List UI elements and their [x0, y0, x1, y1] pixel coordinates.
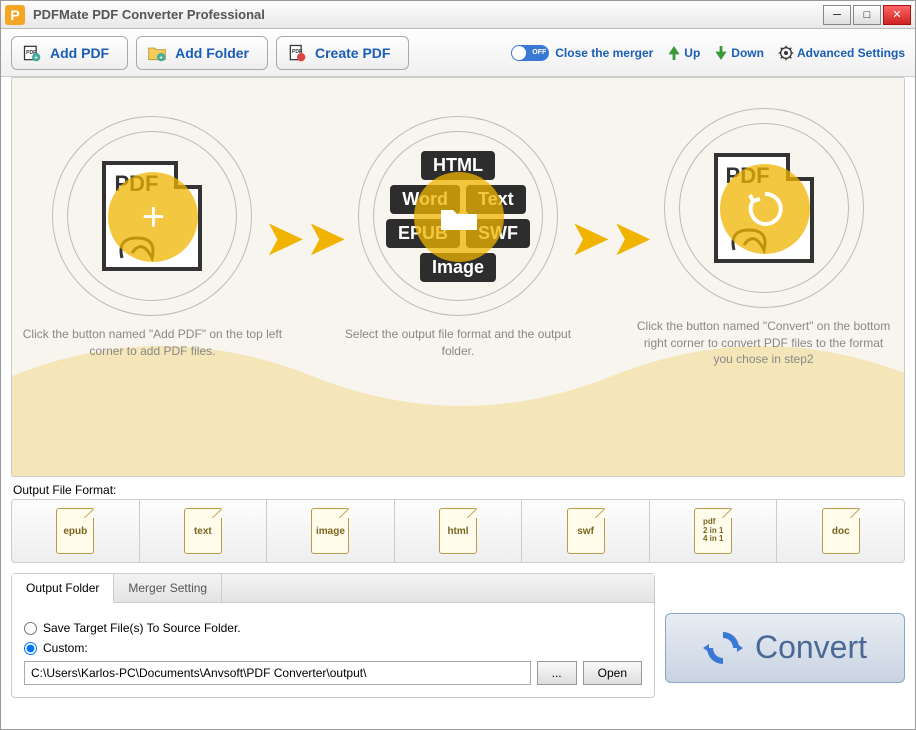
up-arrow-icon — [667, 46, 681, 60]
merger-toggle[interactable]: OFF — [511, 45, 549, 61]
radio-custom-folder[interactable] — [24, 642, 37, 655]
title-bar: P PDFMate PDF Converter Professional ─ □… — [1, 1, 915, 29]
add-folder-label: Add Folder — [175, 45, 249, 61]
instructions-stage: PDF + Click the button named "Add PDF" o… — [11, 77, 905, 477]
step-3-description: Click the button named "Convert" on the … — [624, 318, 904, 368]
output-format-selector: epub text image html swf pdf 2 in 1 4 in… — [11, 499, 905, 563]
add-pdf-icon: PDF+ — [22, 43, 42, 63]
create-pdf-label: Create PDF — [315, 45, 390, 61]
gear-icon — [778, 45, 794, 61]
window-title: PDFMate PDF Converter Professional — [33, 7, 823, 22]
step-1-description: Click the button named "Add PDF" on the … — [12, 326, 292, 360]
tab-merger-setting[interactable]: Merger Setting — [114, 574, 222, 602]
open-folder-button[interactable]: Open — [583, 661, 642, 685]
convert-label: Convert — [755, 629, 867, 666]
step-1: PDF + Click the button named "Add PDF" o… — [12, 116, 292, 360]
format-html[interactable]: html — [395, 500, 523, 562]
output-format-label: Output File Format: — [13, 483, 903, 497]
convert-button[interactable]: Convert — [665, 613, 905, 683]
step-2: HTML WordText EPUBSWF Image Select the o… — [318, 116, 598, 360]
browse-button[interactable]: ... — [537, 661, 577, 685]
maximize-button[interactable]: □ — [853, 5, 881, 25]
app-logo-icon: P — [5, 5, 25, 25]
radio-source-label: Save Target File(s) To Source Folder. — [43, 621, 241, 635]
create-pdf-icon: PDF — [287, 43, 307, 63]
advanced-settings-button[interactable]: Advanced Settings — [778, 45, 905, 61]
close-merger-label: Close the merger — [555, 46, 653, 60]
radio-custom-label: Custom: — [43, 641, 88, 655]
move-down-button[interactable]: Down — [714, 46, 764, 60]
create-pdf-button[interactable]: PDF Create PDF — [276, 36, 409, 70]
output-path-input[interactable] — [24, 661, 531, 685]
add-folder-icon: + — [147, 43, 167, 63]
format-epub[interactable]: epub — [12, 500, 140, 562]
add-pdf-button[interactable]: PDF+ Add PDF — [11, 36, 128, 70]
format-pdf[interactable]: pdf 2 in 1 4 in 1 — [650, 500, 778, 562]
arrow-icon: ➤➤ — [569, 209, 653, 267]
settings-panel: Output Folder Merger Setting Save Target… — [11, 573, 655, 698]
step-3: PDF Click the button named "Convert" on … — [624, 108, 904, 368]
down-arrow-icon — [714, 46, 728, 60]
convert-icon — [703, 628, 743, 668]
main-toolbar: PDF+ Add PDF + Add Folder PDF Create PDF… — [1, 29, 915, 77]
add-pdf-label: Add PDF — [50, 45, 109, 61]
format-doc[interactable]: doc — [777, 500, 904, 562]
step-2-description: Select the output file format and the ou… — [318, 326, 598, 360]
move-up-button[interactable]: Up — [667, 46, 700, 60]
format-image[interactable]: image — [267, 500, 395, 562]
format-text[interactable]: text — [140, 500, 268, 562]
format-swf[interactable]: swf — [522, 500, 650, 562]
tab-output-folder[interactable]: Output Folder — [12, 574, 114, 603]
arrow-icon: ➤➤ — [263, 209, 347, 267]
svg-text:+: + — [159, 54, 163, 61]
close-button[interactable]: ✕ — [883, 5, 911, 25]
convert-highlight-icon — [720, 164, 810, 254]
svg-text:+: + — [34, 54, 38, 61]
radio-source-folder[interactable] — [24, 622, 37, 635]
add-folder-button[interactable]: + Add Folder — [136, 36, 268, 70]
minimize-button[interactable]: ─ — [823, 5, 851, 25]
folder-highlight-icon — [414, 172, 504, 262]
